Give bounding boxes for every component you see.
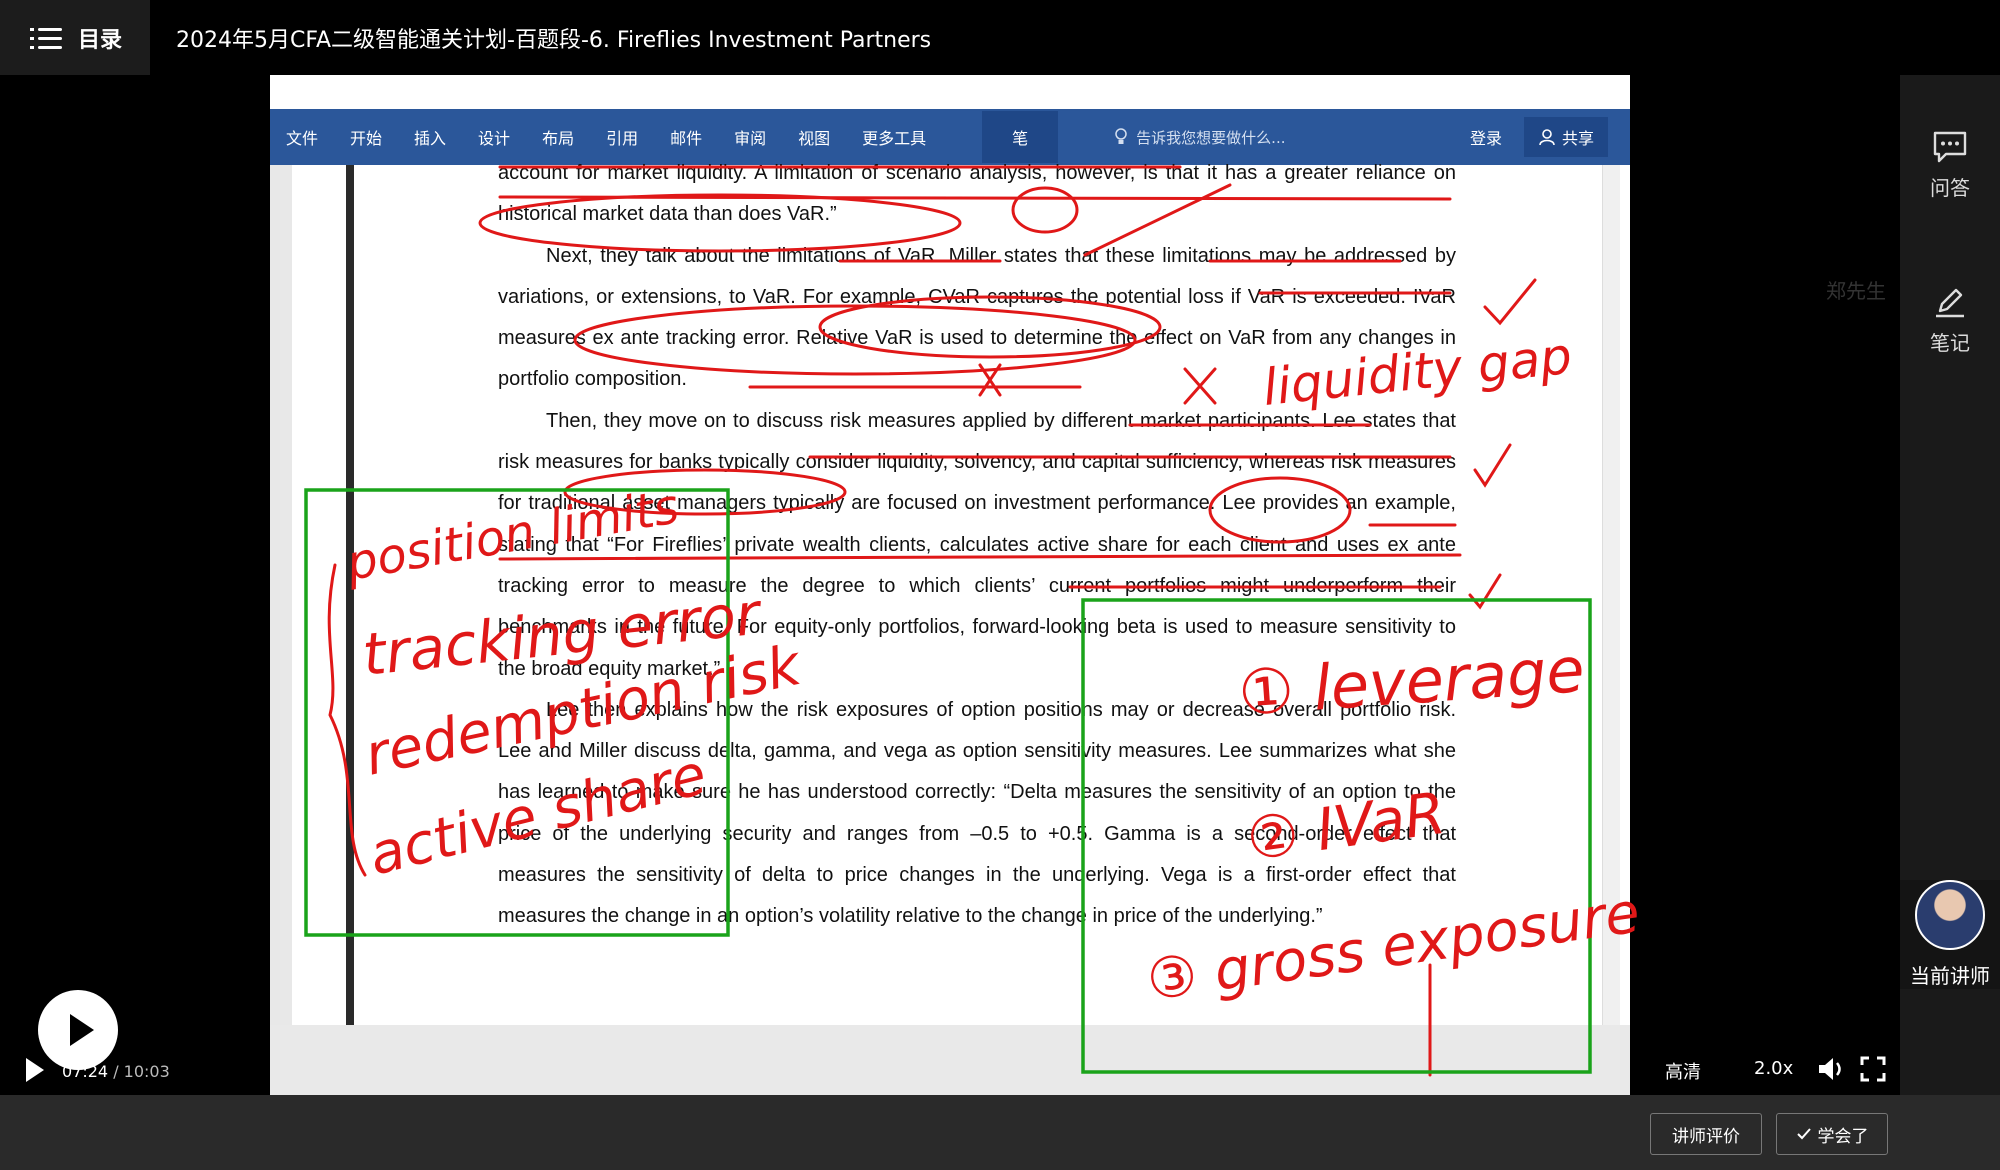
watermark: 郑先生 [1826,279,1886,303]
ribbon-tab: 引用 [606,129,639,148]
bottom-bar: 讲师评价 学会了 [0,1095,2000,1170]
teacher-avatar [1915,880,1985,950]
ribbon-tab: 插入 [414,129,447,148]
volume-icon[interactable] [1815,1054,1849,1084]
tell-me-text: 告诉我您想要做什么... [1136,128,1286,147]
chat-bubble-icon [1933,131,1967,163]
doc-paragraph: account for market liquidity. A limitati… [498,162,1456,226]
qa-label: 问答 [1930,176,1970,200]
rate-teacher-button[interactable]: 讲师评价 [1650,1113,1762,1155]
lightbulb-icon [1115,128,1127,144]
current-teacher[interactable]: 当前讲师 [1900,880,2000,989]
ribbon-tab: 邮件 [670,129,703,148]
teacher-label: 当前讲师 [1910,964,1990,988]
doc-paragraph: Then, they move on to discuss risk measu… [498,409,1456,680]
notes-label: 笔记 [1930,331,1970,355]
total-time: 10:03 [123,1062,170,1081]
top-bar: 目录 2024年5月CFA二级智能通关计划-百题段-6. Fireflies I… [0,0,2000,75]
right-panel: 问答 笔记 当前讲师 [1900,75,2000,1095]
ribbon-tab: 设计 [478,129,511,148]
learned-button[interactable]: 学会了 [1776,1113,1888,1155]
ribbon-tab: 审阅 [734,129,767,148]
play-icon[interactable] [22,1058,44,1082]
ribbon-share: 共享 [1523,117,1608,157]
ribbon-tab: 布局 [542,129,575,148]
toc-label: 目录 [78,27,123,53]
time-display: 07:24 / 10:03 [62,1062,170,1081]
fullscreen-icon[interactable] [1860,1056,1886,1082]
document-text: account for market liquidity. A limitati… [498,153,1456,938]
course-title: 2024年5月CFA二级智能通关计划-百题段-6. Fireflies Inve… [176,28,932,53]
menu-list-icon [30,26,62,50]
player-controls: 07:24 / 10:03 高清 2.0x [0,1046,1900,1096]
toc-button[interactable]: 目录 [0,0,150,75]
person-icon [1539,129,1555,146]
ribbon-tab: 更多工具 [862,129,927,148]
ribbon-login: 登录 [1469,129,1502,148]
quality-button[interactable]: 高清 [1665,1058,1701,1084]
qa-button[interactable]: 问答 [1900,130,2000,201]
doc-paragraph: Next, they talk about the limitations of… [498,244,1456,391]
doc-paragraph: Lee then explains how the risk exposures… [498,698,1456,928]
ribbon-tab: 开始 [350,129,383,148]
speed-button[interactable]: 2.0x [1754,1058,1793,1079]
ribbon-tab: 文件 [286,129,319,148]
pencil-icon [1936,288,1964,318]
video-player[interactable]: 文件 开始 插入 设计 布局 引用 邮件 审阅 视图 更多工具 笔 告诉我您想要… [0,75,1900,1095]
tell-me-box: 告诉我您想要做什么... [1114,127,1285,148]
check-icon [1796,1128,1811,1140]
current-time: 07:24 [62,1062,109,1081]
notes-button[interactable]: 笔记 [1900,285,2000,356]
document-scrollbar [1602,165,1620,1025]
video-frame-document: 文件 开始 插入 设计 布局 引用 邮件 审阅 视图 更多工具 笔 告诉我您想要… [270,75,1630,1095]
ribbon-tab: 视图 [798,129,831,148]
